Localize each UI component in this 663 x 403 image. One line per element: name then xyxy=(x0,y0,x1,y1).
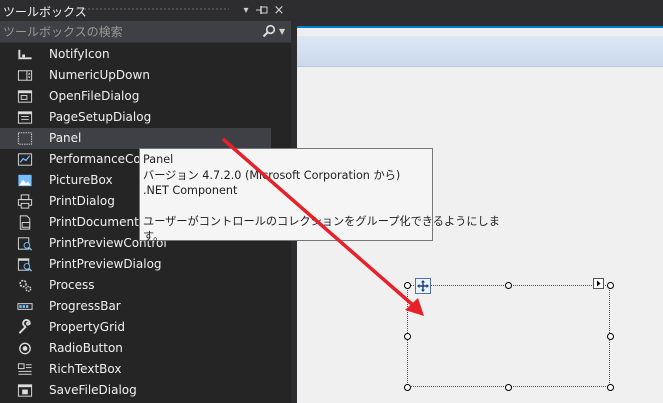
toolbox-item-label: SaveFileDialog xyxy=(49,383,137,397)
performance-counter-icon xyxy=(16,151,34,168)
toolbox-item-pagesetupdialog[interactable]: PageSetupDialog xyxy=(0,107,271,128)
search-input[interactable] xyxy=(0,21,255,42)
print-dialog-icon xyxy=(16,193,34,210)
resize-handle[interactable] xyxy=(403,332,411,340)
panel-control-selected[interactable] xyxy=(407,285,610,387)
resize-handle[interactable] xyxy=(606,281,614,289)
toolbox-item-printpreviewdialog[interactable]: PrintPreviewDialog xyxy=(0,254,271,275)
form-caption-bar[interactable] xyxy=(297,36,663,67)
progress-bar-icon xyxy=(16,298,34,315)
pin-icon xyxy=(256,6,268,14)
toolbox-item-label: ProgressBar xyxy=(49,299,121,313)
radio-button-icon xyxy=(16,340,34,357)
toolbox-search-box: ▼ xyxy=(0,21,291,43)
resize-handle[interactable] xyxy=(403,383,411,391)
toolbox-item-label: PageSetupDialog xyxy=(49,110,152,124)
smart-tag-glyph-icon[interactable] xyxy=(593,278,604,289)
move-handle-icon[interactable] xyxy=(415,278,431,294)
tooltip-title: Panel xyxy=(143,153,174,166)
resize-handle[interactable] xyxy=(504,281,512,289)
resize-handle[interactable] xyxy=(504,383,512,391)
toolbox-item-label: PrintDocument xyxy=(49,215,139,229)
rich-text-box-icon xyxy=(16,361,34,378)
resize-handle[interactable] xyxy=(606,383,614,391)
notify-icon xyxy=(16,46,34,63)
toolbox-item-savefiledialog[interactable]: SaveFileDialog xyxy=(0,380,271,401)
toolbox-title-bar[interactable]: ツールボックス ▾ × xyxy=(0,0,291,21)
tooltip-spacer xyxy=(143,199,432,214)
save-file-dialog-icon xyxy=(16,382,34,399)
toolbox-item-process[interactable]: Process xyxy=(0,275,271,296)
numeric-updown-icon xyxy=(16,67,34,84)
process-icon xyxy=(16,277,34,294)
tooltip-version: バージョン 4.7.2.0 (Microsoft Corporation から) xyxy=(143,168,401,182)
toolbox-item-progressbar[interactable]: ProgressBar xyxy=(0,296,271,317)
toolbox-item-panel[interactable]: Panel xyxy=(0,128,271,149)
toolbox-item-label: NotifyIcon xyxy=(49,47,110,61)
print-document-icon xyxy=(16,214,34,231)
toolbox-item-label: RichTextBox xyxy=(49,362,122,376)
toolbox-item-label: OpenFileDialog xyxy=(49,89,140,103)
tooltip-description-line-2: す。 xyxy=(143,230,165,243)
picture-box-icon xyxy=(16,172,34,189)
property-grid-icon xyxy=(16,319,34,336)
auto-hide-pin-button[interactable] xyxy=(255,3,269,17)
tooltip-description-line-1: ユーザーがコントロールのコレクションをグループ化できるようにしま xyxy=(143,214,500,228)
toolbox-item-propertygrid[interactable]: PropertyGrid xyxy=(0,317,271,338)
toolbox-item-label: PictureBox xyxy=(49,173,113,187)
toolbox-item-label: PrintPreviewDialog xyxy=(49,257,162,271)
page-setup-dialog-icon xyxy=(16,109,34,126)
panel-icon xyxy=(16,130,34,147)
toolbox-item-notifyicon[interactable]: NotifyIcon xyxy=(0,44,271,65)
toolbox-item-numericupdown[interactable]: NumericUpDown xyxy=(0,65,271,86)
tool-tooltip: Panel バージョン 4.7.2.0 (Microsoft Corporati… xyxy=(139,148,500,243)
title-grip xyxy=(75,7,229,12)
search-icon[interactable] xyxy=(262,24,276,38)
toolbox-item-richtextbox[interactable]: RichTextBox xyxy=(0,359,271,380)
toolbox-item-radiobutton[interactable]: RadioButton xyxy=(0,338,271,359)
toolbox-item-label: Panel xyxy=(49,131,82,145)
toolbox-item-label: PrintDialog xyxy=(49,194,115,208)
print-preview-dialog-icon xyxy=(16,256,34,273)
document-tab-strip xyxy=(297,0,663,28)
toolbox-item-label: Process xyxy=(49,278,95,292)
tooltip-kind: .NET Component xyxy=(143,184,238,197)
window-position-dropdown-button[interactable]: ▾ xyxy=(239,3,253,17)
toolbox-item-label: RadioButton xyxy=(49,341,123,355)
toolbox-item-label: NumericUpDown xyxy=(49,68,150,82)
resize-handle[interactable] xyxy=(403,281,411,289)
print-preview-control-icon xyxy=(16,235,34,252)
resize-handle[interactable] xyxy=(606,332,614,340)
close-button[interactable]: × xyxy=(272,3,286,18)
open-file-dialog-icon xyxy=(16,88,34,105)
toolbox-item-label: PropertyGrid xyxy=(49,320,125,334)
search-options-chevron-icon[interactable]: ▼ xyxy=(279,27,285,36)
toolbox-item-openfiledialog[interactable]: OpenFileDialog xyxy=(0,86,271,107)
